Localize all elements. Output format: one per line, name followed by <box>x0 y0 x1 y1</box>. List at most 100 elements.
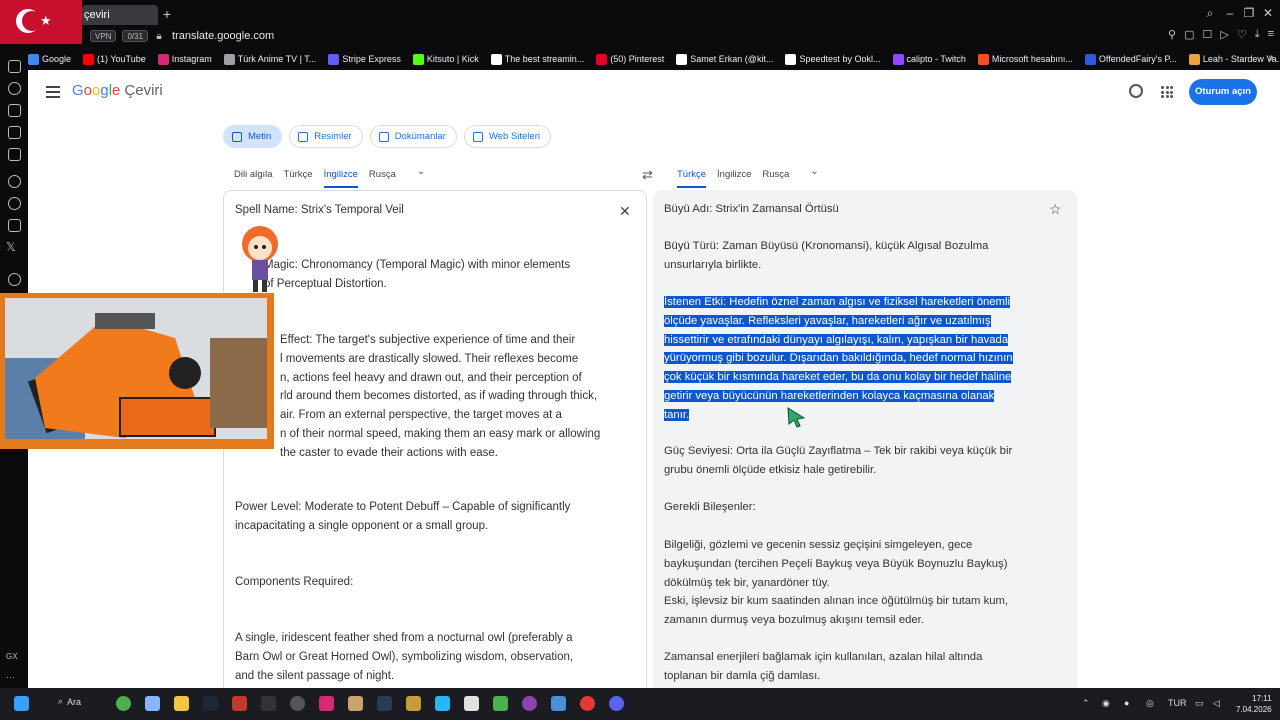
app-icon[interactable] <box>551 696 566 711</box>
xbox-icon[interactable] <box>116 696 131 711</box>
bookmark-item[interactable]: Stripe Express <box>328 53 401 65</box>
bookmark-item[interactable]: Microsoft hesabını... <box>977 53 1073 65</box>
bookmark-item[interactable]: calipto - Twitch <box>892 53 966 65</box>
more-icon[interactable]: ··· <box>6 672 15 682</box>
app-icon[interactable] <box>435 696 450 711</box>
clock[interactable]: 17:11 7.04.2026 <box>1236 693 1272 715</box>
chevron-down-icon[interactable]: ⌄ <box>417 166 425 177</box>
bag-icon[interactable] <box>8 104 21 117</box>
vpn-badge[interactable]: VPN <box>90 30 117 42</box>
bookmark-icon[interactable]: ☐ <box>1202 28 1212 41</box>
explorer-window-icon[interactable] <box>145 696 160 711</box>
history-icon[interactable] <box>8 82 21 95</box>
player-icon[interactable]: ▷ <box>1220 28 1228 41</box>
messenger-icon[interactable] <box>8 175 21 188</box>
opera-gx-icon[interactable] <box>232 696 247 711</box>
tray-app-icon[interactable]: ◎ <box>1146 698 1154 709</box>
bookmark-item[interactable]: The best streamin... <box>490 53 584 65</box>
tray-app-icon[interactable]: ◉ <box>1102 698 1110 709</box>
target-paragraph: Bilgeliği, gözlemi ve gecenin sessiz geç… <box>664 539 1009 627</box>
browser-tab[interactable]: çeviri <box>82 5 158 25</box>
selected-paragraph[interactable]: İstenen Etki: Hedefin öznel zaman algısı… <box>664 293 1044 425</box>
bookmarks-overflow-icon[interactable]: » <box>1268 52 1274 64</box>
app-icon[interactable] <box>290 696 305 711</box>
google-translate-logo[interactable]: Google Çeviri <box>72 82 163 99</box>
clear-text-icon[interactable]: ✕ <box>619 203 631 220</box>
tray-chevron-icon[interactable]: ⌃ <box>1082 698 1090 709</box>
search-icon[interactable]: ⌕ <box>1203 6 1217 21</box>
clock-date: 7.04.2026 <box>1236 705 1272 714</box>
instagram-icon[interactable] <box>8 219 21 232</box>
discord-icon[interactable] <box>609 696 624 711</box>
source-lang-russian[interactable]: Rusça <box>369 166 396 188</box>
language-indicator[interactable]: TUR <box>1168 698 1187 708</box>
new-tab-button[interactable]: + <box>160 5 174 23</box>
mode-websites-tab[interactable]: Web Siteleri <box>463 125 551 148</box>
highlighted-line: tanır. <box>664 408 690 421</box>
folder-icon[interactable] <box>174 696 189 711</box>
mail-icon[interactable] <box>8 148 21 161</box>
network-icon[interactable]: ▭ <box>1195 698 1204 709</box>
x-icon[interactable]: 𝕏 <box>6 240 16 254</box>
app-icon[interactable] <box>464 696 479 711</box>
league-icon[interactable] <box>406 696 421 711</box>
source-lang-turkish[interactable]: Türkçe <box>284 166 313 188</box>
target-lang-english[interactable]: İngilizce <box>717 166 751 188</box>
url-text[interactable]: translate.google.com <box>172 30 274 42</box>
source-lang-detect[interactable]: Dili algıla <box>234 166 273 188</box>
taskbar-search[interactable]: ⌕ Ara <box>58 696 81 707</box>
bookmark-item[interactable]: Samet Erkan (@kit... <box>676 53 773 65</box>
settings-gear-icon[interactable] <box>1129 84 1143 98</box>
apps-grid-icon[interactable] <box>1161 86 1173 98</box>
minecraft-icon[interactable] <box>493 696 508 711</box>
chevron-down-icon[interactable]: ⌄ <box>810 166 818 177</box>
mode-text-tab[interactable]: Metin <box>223 125 283 148</box>
heart-icon[interactable]: ♡ <box>1237 28 1247 41</box>
app-icon[interactable] <box>580 696 595 711</box>
bookmark-favicon-icon <box>1084 53 1096 65</box>
bookmark-item[interactable]: (1) YouTube <box>83 53 146 65</box>
target-lang-russian[interactable]: Rusça <box>762 166 789 188</box>
address-bar[interactable]: VPN 0/31 🔒︎ translate.google.com <box>90 28 274 44</box>
minimize-icon[interactable]: – <box>1223 6 1237 20</box>
target-lang-turkish[interactable]: Türkçe <box>677 166 707 188</box>
pin-icon[interactable]: ⚲ <box>1168 28 1176 41</box>
screenshot-icon[interactable]: ▢ <box>1184 28 1194 41</box>
close-icon[interactable]: ✕ <box>1261 6 1275 20</box>
speed-dial-icon[interactable] <box>8 60 21 73</box>
tray-mic-icon[interactable]: ● <box>1124 698 1129 708</box>
app-icon[interactable] <box>522 696 537 711</box>
bookmark-item[interactable]: Kitsuto | Kick <box>412 53 479 65</box>
steam-icon[interactable] <box>203 696 218 711</box>
notes-icon[interactable] <box>8 126 21 139</box>
start-icon[interactable] <box>14 696 29 711</box>
app-icon[interactable] <box>261 696 276 711</box>
sign-in-button[interactable]: Oturum açın <box>1189 79 1257 105</box>
app-icon[interactable] <box>348 696 363 711</box>
maximize-icon[interactable]: ❐ <box>1242 6 1256 20</box>
bookmark-item[interactable]: Google <box>28 53 71 65</box>
document-icon <box>378 131 389 142</box>
source-lang-english[interactable]: İngilizce <box>323 166 358 188</box>
whatsapp-icon[interactable] <box>8 197 21 210</box>
mode-images-tab[interactable]: Resimler <box>289 125 363 148</box>
volume-icon[interactable]: ◁ <box>1213 698 1220 709</box>
bookmark-item[interactable]: Speedtest by Ookl... <box>785 53 881 65</box>
bookmark-item[interactable]: Leah - Stardew Va... <box>1188 53 1280 65</box>
swap-languages-icon[interactable]: ⇄ <box>642 167 653 183</box>
download-icon[interactable]: ⤓ <box>1255 28 1260 41</box>
music-icon[interactable] <box>8 273 21 286</box>
bookmark-item[interactable]: OffendedFairy's P... <box>1084 53 1177 65</box>
mode-documents-tab[interactable]: Dokümanlar <box>369 125 457 148</box>
lock-icon[interactable]: 🔒︎ <box>154 31 164 42</box>
app-icon[interactable] <box>377 696 392 711</box>
bookmark-item[interactable]: Türk Anime TV | T... <box>223 53 316 65</box>
save-translation-star-icon[interactable]: ☆ <box>1049 201 1062 218</box>
bookmark-item[interactable]: Instagram <box>157 53 212 65</box>
main-menu-icon[interactable] <box>46 86 60 101</box>
menu-lines-icon[interactable]: ≡ <box>1268 28 1274 41</box>
webcam-overlay <box>0 293 274 449</box>
bookmark-favicon-icon <box>676 53 688 65</box>
bookmark-item[interactable]: (50) Pinterest <box>596 53 664 65</box>
instagram-icon[interactable] <box>319 696 334 711</box>
